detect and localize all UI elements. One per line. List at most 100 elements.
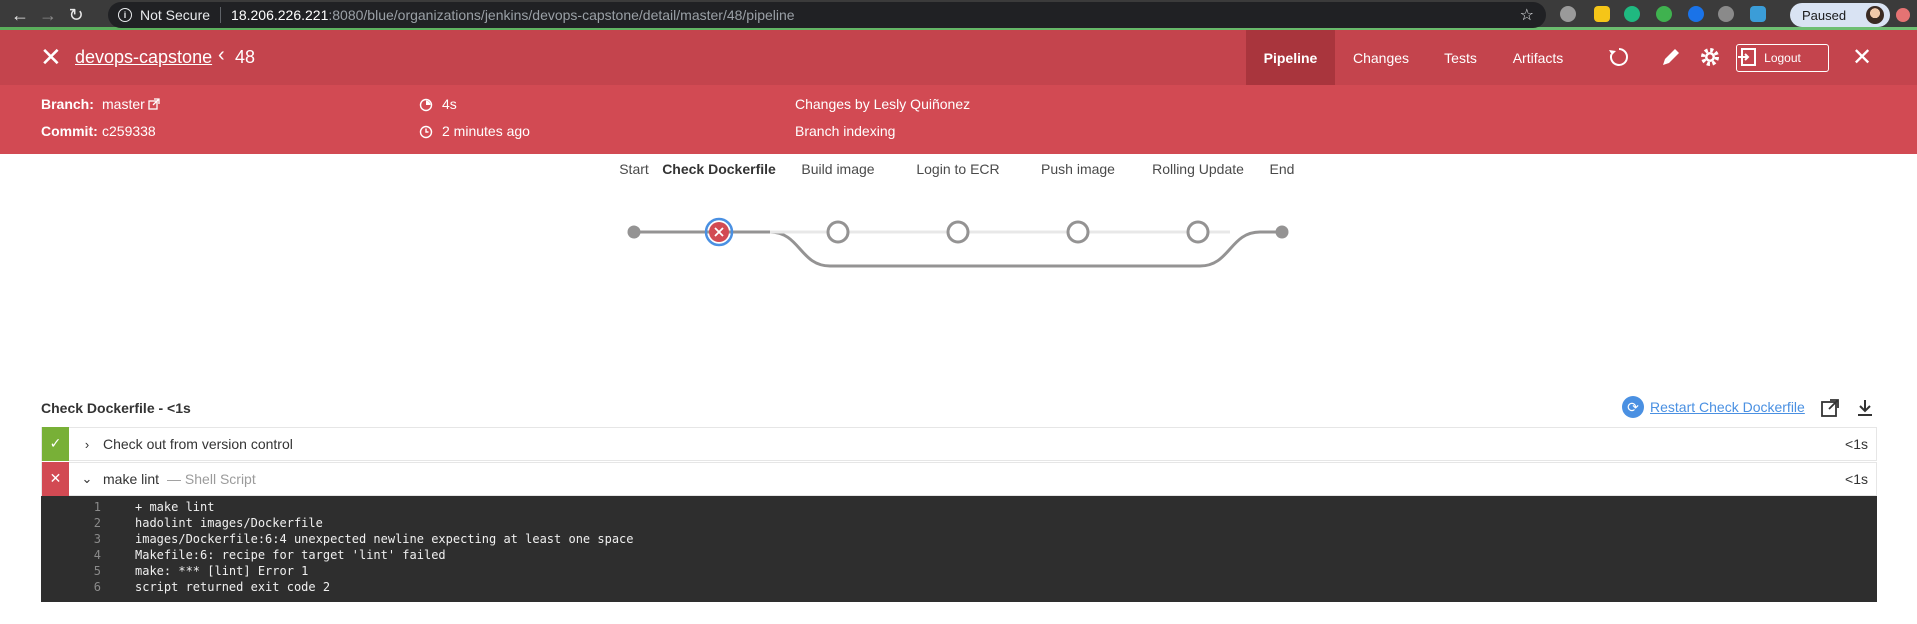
forward-arrow-icon[interactable]: →	[34, 1, 62, 29]
step-row[interactable]: ✕ ⌄ make lint — Shell Script <1s	[41, 461, 1877, 496]
close-icon[interactable]: ✕	[1852, 43, 1872, 72]
logout-button[interactable]: Logout	[1736, 44, 1829, 72]
back-arrow-icon[interactable]: ←	[6, 1, 34, 29]
extension-icon[interactable]	[1688, 6, 1704, 22]
line-text: script returned exit code 2	[135, 580, 331, 594]
step-label: Check out from version control	[103, 436, 293, 452]
project-link[interactable]: devops-capstone	[75, 47, 212, 68]
success-check-icon: ✓	[42, 426, 69, 461]
line-number[interactable]: 2	[41, 516, 101, 530]
extension-icon[interactable]	[1560, 6, 1576, 22]
address-bar[interactable]: i Not Secure 18.206.226.221:8080/blue/or…	[108, 2, 1546, 28]
rerun-icon[interactable]	[1606, 44, 1632, 70]
security-label: Not Secure	[140, 7, 211, 23]
run-number: 48	[235, 47, 256, 67]
line-text: hadolint images/Dockerfile	[135, 516, 323, 530]
restart-icon: ⟳	[1622, 396, 1644, 418]
branch-label: Branch:	[41, 96, 94, 112]
console-line: 6 script returned exit code 2	[41, 579, 1877, 595]
profile-button[interactable]: Paused	[1790, 3, 1890, 27]
step-duration: <1s	[1845, 471, 1868, 487]
extension-icon[interactable]	[1656, 6, 1672, 22]
tab-label: Changes	[1352, 49, 1410, 66]
stage-node-push-image[interactable]	[1066, 220, 1090, 244]
gear-icon[interactable]	[1697, 44, 1723, 70]
restart-stage-link[interactable]: ⟳ Restart Check Dockerfile	[1622, 396, 1805, 418]
grammarly-icon[interactable]	[1624, 6, 1640, 22]
tab-label: Pipeline	[1263, 49, 1318, 66]
download-icon[interactable]	[1855, 398, 1875, 418]
failed-x-icon: ✕	[42, 461, 69, 496]
line-number[interactable]: 1	[41, 500, 101, 514]
duration-value: 4s	[442, 96, 457, 112]
line-text: + make lint	[135, 500, 215, 514]
browser-toolbar: ← → ↻ i Not Secure 18.206.226.221:8080/b…	[0, 0, 1917, 30]
stage-label-rolling-update[interactable]: Rolling Update	[1152, 161, 1244, 177]
stage-label-login-to-ecr[interactable]: Login to ECR	[916, 161, 999, 177]
chevron-left-icon: ‹	[218, 44, 225, 66]
stage-label-check-dockerfile[interactable]: Check Dockerfile	[662, 161, 776, 177]
reload-icon[interactable]: ↻	[62, 1, 90, 29]
stage-node-build-image[interactable]	[826, 220, 850, 244]
run-cause: Branch indexing	[795, 123, 896, 139]
step-label: make lint	[103, 471, 160, 487]
duration-icon	[419, 98, 433, 112]
tab-pipeline[interactable]: Pipeline	[1246, 30, 1335, 85]
restart-label: Restart Check Dockerfile	[1650, 399, 1805, 415]
run-header: ✕ devops-capstone ‹ 48 Pipeline Changes …	[0, 30, 1917, 85]
pipeline-graph: Start Check Dockerfile Build image Login…	[0, 154, 1917, 394]
tab-artifacts[interactable]: Artifacts	[1494, 30, 1582, 85]
stage-node-rolling-update[interactable]	[1186, 220, 1210, 244]
chevron-down-icon: ⌄	[81, 471, 93, 486]
console-line: 5 make: *** [lint] Error 1	[41, 563, 1877, 579]
step-duration: <1s	[1845, 436, 1868, 452]
extension-icon[interactable]	[1594, 6, 1610, 22]
avatar	[1866, 6, 1884, 24]
line-text: Makefile:6: recipe for target 'lint' fai…	[135, 548, 446, 562]
stage-label-build-image[interactable]: Build image	[801, 161, 874, 177]
divider	[220, 7, 222, 23]
url-host: 18.206.226.221	[231, 7, 329, 23]
bookmark-star-icon[interactable]: ☆	[1520, 5, 1534, 25]
line-number[interactable]: 3	[41, 532, 101, 546]
tab-label: Artifacts	[1512, 49, 1564, 66]
tab-tests[interactable]: Tests	[1427, 30, 1494, 85]
extension-icon[interactable]	[1718, 6, 1734, 22]
chevron-right-icon: ›	[84, 436, 90, 452]
profile-status-label: Paused	[1802, 7, 1847, 23]
commit-label: Commit:	[41, 123, 98, 139]
external-link-icon[interactable]	[148, 98, 160, 110]
close-icon[interactable]: ✕	[40, 44, 62, 70]
end-node	[1275, 225, 1289, 239]
screen-cast-icon[interactable]	[1750, 6, 1766, 22]
url-path: :8080/blue/organizations/jenkins/devops-…	[328, 7, 795, 23]
clock-icon	[419, 125, 433, 139]
line-number[interactable]: 4	[41, 548, 101, 562]
console-line: 2 hadolint images/Dockerfile	[41, 515, 1877, 531]
stage-label-push-image[interactable]: Push image	[1041, 161, 1115, 177]
branch-value[interactable]: master	[102, 96, 145, 112]
run-tabs: Pipeline Changes Tests Artifacts	[1246, 30, 1582, 85]
edit-pencil-icon[interactable]	[1658, 44, 1684, 70]
line-text: make: *** [lint] Error 1	[135, 564, 309, 578]
tab-changes[interactable]: Changes	[1335, 30, 1427, 85]
started-value: 2 minutes ago	[442, 123, 530, 139]
changes-author: Changes by Lesly Quiñonez	[795, 96, 971, 112]
console-line: 1 + make lint	[41, 499, 1877, 515]
line-number[interactable]: 6	[41, 580, 101, 594]
open-log-icon[interactable]	[1820, 398, 1840, 418]
console-line: 3 images/Dockerfile:6:4 unexpected newlin…	[41, 531, 1877, 547]
line-text: images/Dockerfile:6:4 unexpected newline…	[135, 532, 634, 546]
extension-icon[interactable]	[1896, 8, 1910, 22]
line-number[interactable]: 5	[41, 564, 101, 578]
step-row[interactable]: ✓ › Check out from version control <1s	[41, 426, 1877, 461]
commit-value: c259338	[102, 123, 156, 139]
start-node	[627, 225, 641, 239]
run-details: Branch: master Commit: c259338 4s 2 minu…	[0, 85, 1917, 154]
site-info-icon[interactable]: i	[118, 8, 132, 22]
stage-label-start: Start	[619, 161, 649, 177]
console-line: 4 Makefile:6: recipe for target 'lint' fa…	[41, 547, 1877, 563]
tab-label: Tests	[1444, 49, 1477, 66]
console-output: 1 + make lint 2 hadolint images/Dockerfile…	[41, 496, 1877, 602]
stage-node-login-to-ecr[interactable]	[946, 220, 970, 244]
